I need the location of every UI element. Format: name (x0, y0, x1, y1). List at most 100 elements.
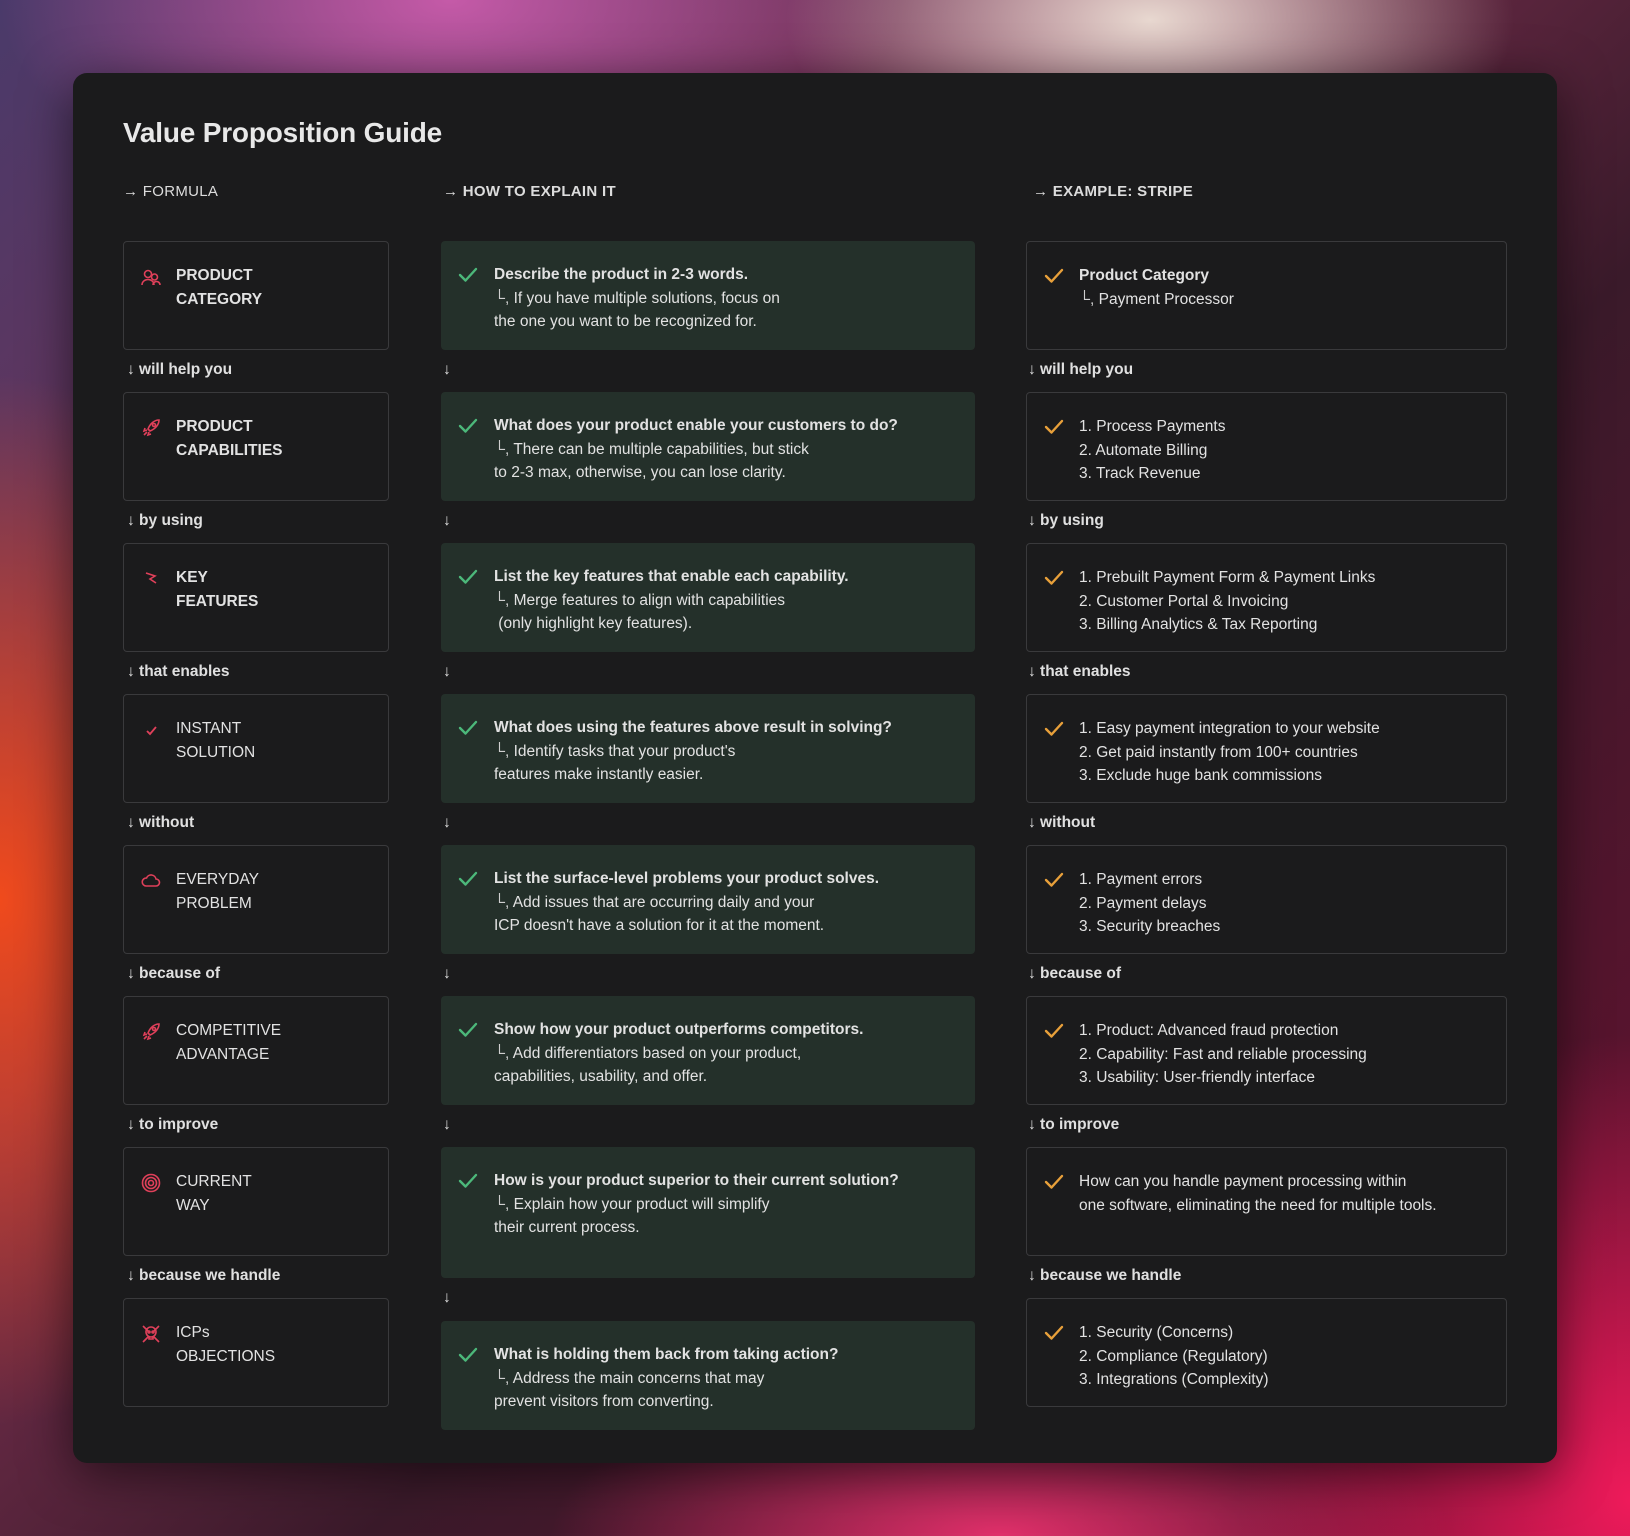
green-check-icon (458, 267, 478, 282)
column-header-formula: → FORMULA (123, 183, 219, 200)
example-line: 1. Easy payment integration to your webs… (1079, 720, 1380, 737)
formula-label: PROBLEM (176, 894, 252, 912)
formula-connector: ↓ because we handle (127, 1267, 281, 1284)
formula-connector: ↓ by using (127, 512, 203, 529)
example-box: Product Category └, Payment Processor (1026, 241, 1507, 350)
how-question: What does your product enable your custo… (494, 417, 898, 434)
how-detail: └, Explain how your product will simplif… (494, 1193, 955, 1217)
example-connector: ↓ will help you (1028, 361, 1134, 378)
formula-box: COMPETITIVE ADVANTAGE (123, 996, 389, 1105)
orange-check-icon (1044, 1174, 1064, 1189)
example-line: 3. Exclude huge bank commissions (1079, 767, 1322, 784)
column-header-example: → EXAMPLE: STRIPE (1033, 183, 1194, 200)
page-title: Value Proposition Guide (123, 117, 442, 148)
how-box: How is your product superior to their cu… (441, 1147, 975, 1278)
example-line: 3. Integrations (Complexity) (1079, 1371, 1269, 1388)
formula-label: PRODUCT (176, 418, 253, 435)
how-detail: └, Add issues that are occurring daily a… (494, 891, 955, 915)
how-box: What does your product enable your custo… (441, 392, 975, 501)
how-detail: to 2-3 max, otherwise, you can lose clar… (494, 464, 786, 481)
how-box: List the surface-level problems your pro… (441, 845, 975, 954)
formula-label: COMPETITIVE (176, 1022, 282, 1039)
example-box: 1. Payment errors 2. Payment delays 3. Sec… (1026, 845, 1507, 954)
sub-arrow-icon: └, (494, 440, 510, 458)
how-detail: └, Identify tasks that your product's (494, 740, 955, 764)
how-connector-arrow: ↓ (443, 1289, 451, 1306)
formula-box: PRODUCT CATEGORY (123, 241, 389, 350)
how-detail: their current process. (494, 1219, 640, 1236)
formula-label: CAPABILITIES (176, 441, 283, 459)
orange-check-icon (1044, 1023, 1064, 1038)
how-connector-arrow: ↓ (443, 1116, 451, 1133)
lightning-icon (140, 568, 162, 590)
check-icon (140, 719, 162, 741)
example-line: 1. Security (Concerns) (1079, 1324, 1234, 1341)
how-detail: └, There can be multiple capabilities, b… (494, 438, 955, 462)
example-box: 1. Process Payments 2. Automate Billing 3.… (1026, 392, 1507, 501)
how-connector-arrow: ↓ (443, 814, 451, 831)
how-connector-arrow: ↓ (443, 361, 451, 378)
formula-connector: ↓ to improve (127, 1116, 219, 1133)
green-check-icon (458, 1347, 478, 1362)
green-check-icon (458, 418, 478, 433)
example-line: 1. Process Payments (1079, 418, 1226, 435)
example-line: └, Payment Processor (1079, 288, 1486, 312)
example-connector: ↓ because of (1028, 965, 1122, 982)
green-check-icon (458, 720, 478, 735)
sub-arrow-icon: └, (494, 1369, 510, 1387)
rocket-icon (140, 417, 162, 439)
how-detail: features make instantly easier. (494, 766, 704, 783)
example-line: 1. Payment errors (1079, 871, 1203, 888)
formula-label: SOLUTION (176, 743, 256, 761)
formula-box: CURRENT WAY (123, 1147, 389, 1256)
green-check-icon (458, 871, 478, 886)
sub-arrow-icon: └, (494, 289, 510, 307)
sub-arrow-icon: └, (494, 1044, 510, 1062)
rocket-icon (140, 1021, 162, 1043)
how-detail-text: Add issues that are occurring daily and … (512, 893, 815, 911)
how-question: List the surface-level problems your pro… (494, 870, 880, 887)
example-line: 2. Compliance (Regulatory) (1079, 1347, 1268, 1365)
sub-arrow-icon: └, (494, 591, 510, 609)
target-icon (140, 1172, 162, 1194)
how-detail: ICP doesn't have a solution for it at th… (494, 917, 825, 934)
formula-connector: ↓ that enables (127, 663, 230, 680)
how-question: What does using the features above resul… (494, 719, 892, 736)
how-detail: └, If you have multiple solutions, focus… (494, 287, 955, 311)
how-box: Show how your product outperforms compet… (441, 996, 975, 1105)
formula-connector: ↓ will help you (127, 361, 233, 378)
example-line: 1. Product: Advanced fraud protection (1079, 1022, 1339, 1039)
cloud-icon (140, 870, 162, 892)
sub-arrow-icon: └, (494, 1195, 510, 1213)
formula-label: PRODUCT (176, 267, 253, 284)
formula-box: EVERYDAY PROBLEM (123, 845, 389, 954)
how-box: Describe the product in 2-3 words. └, If … (441, 241, 975, 350)
how-detail-text: There can be multiple capabilities, but … (513, 440, 809, 458)
formula-connector: ↓ because of (127, 965, 221, 982)
how-detail: prevent visitors from converting. (494, 1393, 714, 1410)
formula-box: INSTANT SOLUTION (123, 694, 389, 803)
how-box: List the key features that enable each c… (441, 543, 975, 652)
how-question: Describe the product in 2-3 words. (494, 266, 749, 283)
formula-label: EVERYDAY (176, 871, 259, 888)
example-line: 2. Customer Portal & Invoicing (1079, 592, 1289, 610)
example-line: one software, eliminating the need for m… (1079, 1196, 1437, 1214)
formula-label: OBJECTIONS (176, 1347, 276, 1365)
how-connector-arrow: ↓ (443, 965, 451, 982)
example-line: 1. Prebuilt Payment Form & Payment Links (1079, 569, 1376, 586)
how-detail: capabilities, usability, and offer. (494, 1068, 708, 1085)
example-connector: ↓ to improve (1028, 1116, 1120, 1133)
example-line: 3. Track Revenue (1079, 465, 1201, 482)
green-check-icon (458, 569, 478, 584)
example-connector: ↓ without (1028, 814, 1096, 831)
green-check-icon (458, 1173, 478, 1188)
example-line: 2. Automate Billing (1079, 441, 1208, 459)
how-box: What is holding them back from taking ac… (441, 1321, 975, 1430)
example-line: 2. Payment delays (1079, 894, 1207, 912)
sub-arrow-icon: └, (494, 893, 510, 911)
example-box: 1. Security (Concerns) 2. Compliance (Reg… (1026, 1298, 1507, 1407)
how-detail-text: Merge features to align with capabilitie… (513, 591, 786, 609)
formula-label: ICPs (176, 1324, 210, 1341)
skull-icon (140, 1323, 162, 1345)
how-connector-arrow: ↓ (443, 512, 451, 529)
